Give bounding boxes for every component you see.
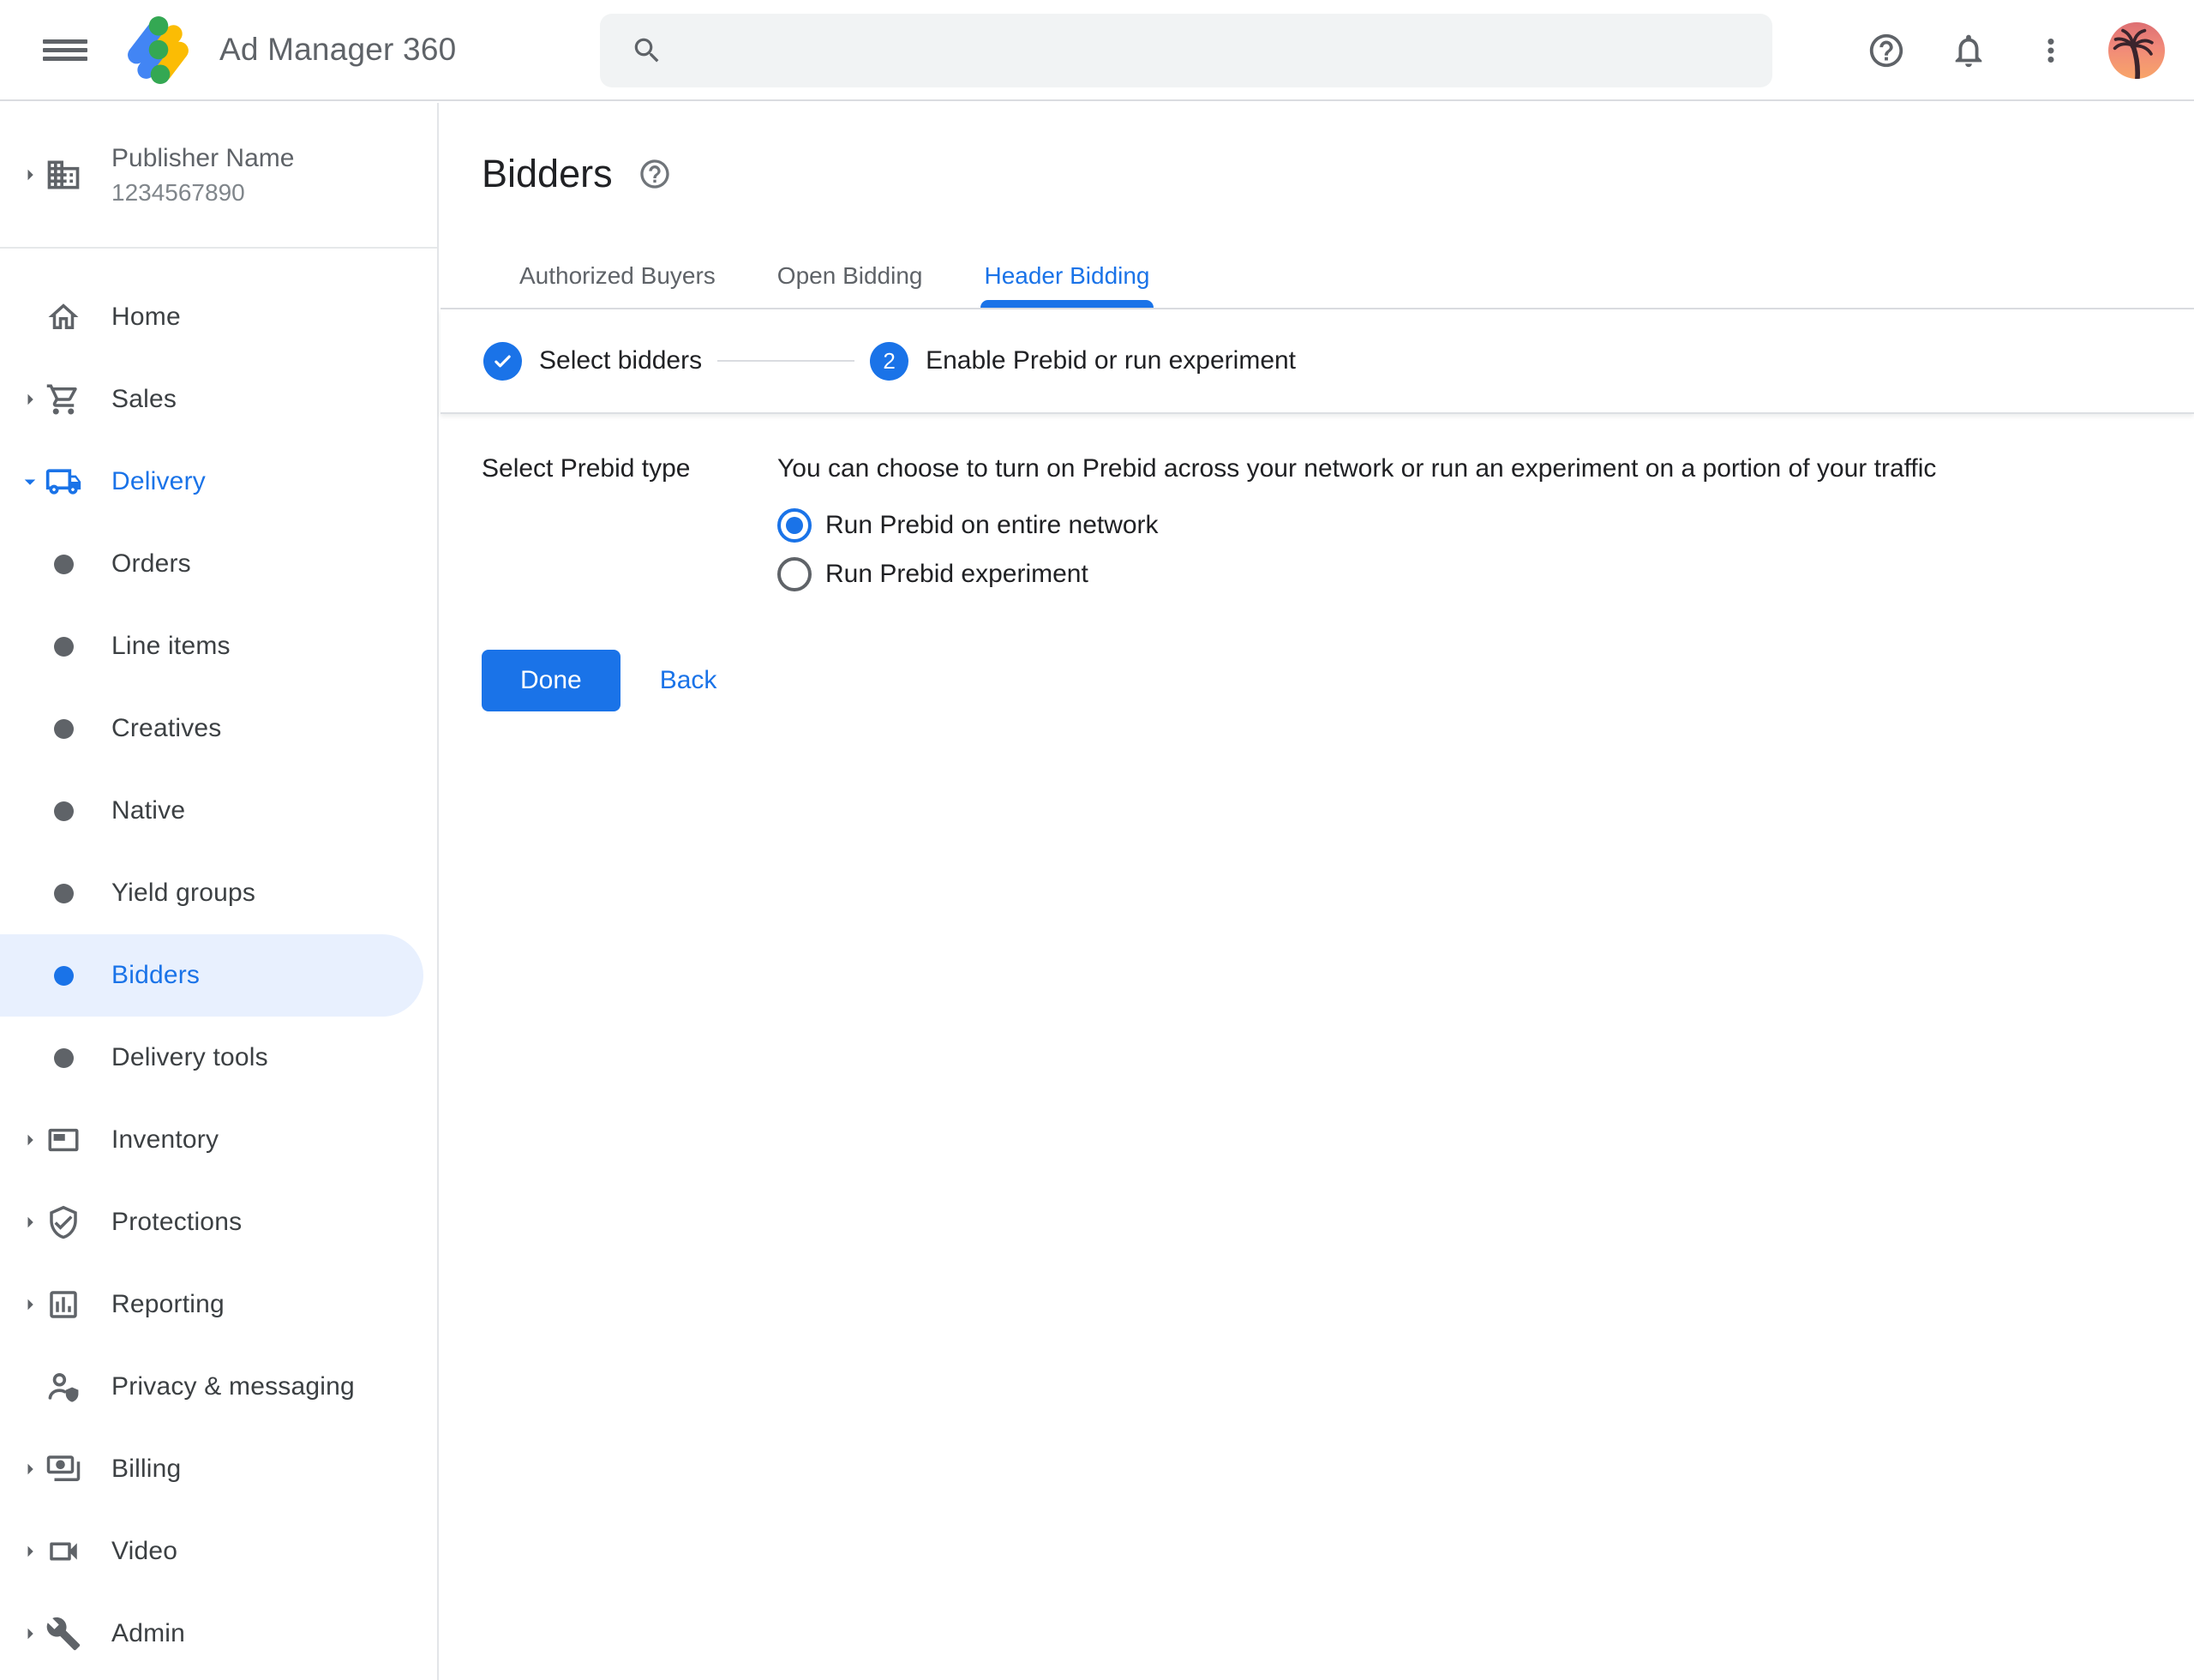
delivery-truck-icon [45, 463, 82, 501]
step-connector [717, 360, 854, 362]
sidebar-item-orders[interactable]: Orders [0, 523, 437, 605]
search-input[interactable] [686, 36, 1747, 65]
tab-header-bidding[interactable]: Header Bidding [980, 262, 1153, 308]
sidebar-item-delivery[interactable]: Delivery [0, 441, 437, 523]
video-camera-icon [45, 1533, 82, 1570]
bullet-icon [54, 555, 74, 574]
bullet-icon [54, 884, 74, 903]
shield-check-icon [45, 1203, 82, 1241]
sidebar-item-sales[interactable]: Sales [0, 358, 437, 441]
expand-caret-icon [17, 386, 45, 413]
tab-open-bidding[interactable]: Open Bidding [774, 262, 926, 308]
done-button[interactable]: Done [482, 650, 620, 711]
stepper: Select bidders 2 Enable Prebid or run ex… [441, 309, 2194, 414]
form-section-label: Select Prebid type [482, 452, 777, 483]
page-title: Bidders [482, 151, 613, 197]
sidebar-item-reporting[interactable]: Reporting [0, 1263, 437, 1346]
kebab-menu-icon [2033, 33, 2069, 69]
palm-tree-icon [2110, 26, 2163, 79]
ad-manager-logo-icon[interactable] [125, 14, 192, 86]
collapse-caret-icon [17, 468, 45, 495]
bell-icon [1949, 31, 1988, 70]
help-icon [1867, 31, 1906, 70]
sidebar-item-home[interactable]: Home [0, 276, 437, 358]
shopping-cart-icon [45, 381, 82, 418]
tab-authorized-buyers[interactable]: Authorized Buyers [516, 262, 719, 308]
sidebar-item-billing[interactable]: Billing [0, 1428, 437, 1510]
inventory-window-icon [45, 1121, 82, 1159]
user-avatar[interactable] [2108, 22, 2165, 79]
sidebar-item-yield-groups[interactable]: Yield groups [0, 852, 437, 934]
step-2-circle: 2 [870, 342, 908, 381]
sidebar-item-video[interactable]: Video [0, 1510, 437, 1593]
bullet-icon [54, 801, 74, 821]
step-2-label: Enable Prebid or run experiment [926, 346, 1296, 375]
step-1-label[interactable]: Select bidders [539, 346, 702, 375]
radio-option-experiment[interactable]: Run Prebid experiment [777, 557, 1936, 591]
person-shield-icon [45, 1368, 82, 1406]
sidebar-item-creatives[interactable]: Creatives [0, 687, 437, 770]
check-icon [491, 350, 514, 373]
home-icon [45, 298, 82, 336]
expand-caret-icon [17, 1209, 45, 1236]
bullet-icon [54, 966, 74, 986]
topbar-actions [1824, 0, 2165, 101]
main-content: Bidders Authorized Buyers Open Bidding H… [441, 103, 2194, 1680]
radio-selected-icon[interactable] [777, 508, 812, 543]
page-help-button[interactable] [637, 156, 673, 192]
wrench-icon [45, 1615, 82, 1653]
expand-caret-icon [17, 161, 45, 189]
help-button[interactable] [1867, 31, 1906, 70]
radio-unselected-icon[interactable] [777, 557, 812, 591]
step-1-completed-circle [483, 342, 522, 381]
publisher-id: 1234567890 [111, 179, 294, 207]
sidebar-item-admin[interactable]: Admin [0, 1593, 437, 1675]
sidebar-item-inventory[interactable]: Inventory [0, 1099, 437, 1181]
back-button[interactable]: Back [660, 666, 717, 695]
expand-caret-icon [17, 1455, 45, 1483]
sidebar-item-delivery-tools[interactable]: Delivery tools [0, 1017, 437, 1099]
radio-option-entire-network[interactable]: Run Prebid on entire network [777, 508, 1936, 543]
bullet-icon [54, 637, 74, 657]
more-options-button[interactable] [2031, 31, 2071, 70]
payments-icon [45, 1450, 82, 1488]
organization-building-icon [45, 156, 82, 194]
sidebar-item-native[interactable]: Native [0, 770, 437, 852]
bar-chart-icon [45, 1286, 82, 1323]
sidebar-item-bidders[interactable]: Bidders [0, 934, 423, 1017]
bullet-icon [54, 719, 74, 739]
topbar: Ad Manager 360 [0, 0, 2194, 101]
publisher-name: Publisher Name [111, 144, 294, 173]
expand-caret-icon [17, 1291, 45, 1318]
sidebar: Publisher Name 1234567890 Home Sales [0, 103, 439, 1680]
app-title: Ad Manager 360 [219, 32, 456, 68]
form-description: You can choose to turn on Prebid across … [777, 452, 1936, 486]
hamburger-icon [43, 29, 87, 70]
tab-bar: Authorized Buyers Open Bidding Header Bi… [441, 262, 2194, 309]
search-bar[interactable] [600, 14, 1772, 87]
publisher-selector[interactable]: Publisher Name 1234567890 [0, 103, 437, 249]
help-icon [638, 157, 672, 191]
sidebar-item-protections[interactable]: Protections [0, 1181, 437, 1263]
expand-caret-icon [17, 1126, 45, 1154]
sidebar-item-privacy-messaging[interactable]: Privacy & messaging [0, 1346, 437, 1428]
search-icon [631, 34, 663, 67]
bullet-icon [54, 1048, 74, 1068]
sidebar-item-line-items[interactable]: Line items [0, 605, 437, 687]
sidebar-nav: Home Sales Delivery Orders [0, 249, 437, 1675]
expand-caret-icon [17, 1538, 45, 1565]
expand-caret-icon [17, 1620, 45, 1647]
menu-button[interactable] [41, 26, 89, 74]
notifications-button[interactable] [1949, 31, 1988, 70]
